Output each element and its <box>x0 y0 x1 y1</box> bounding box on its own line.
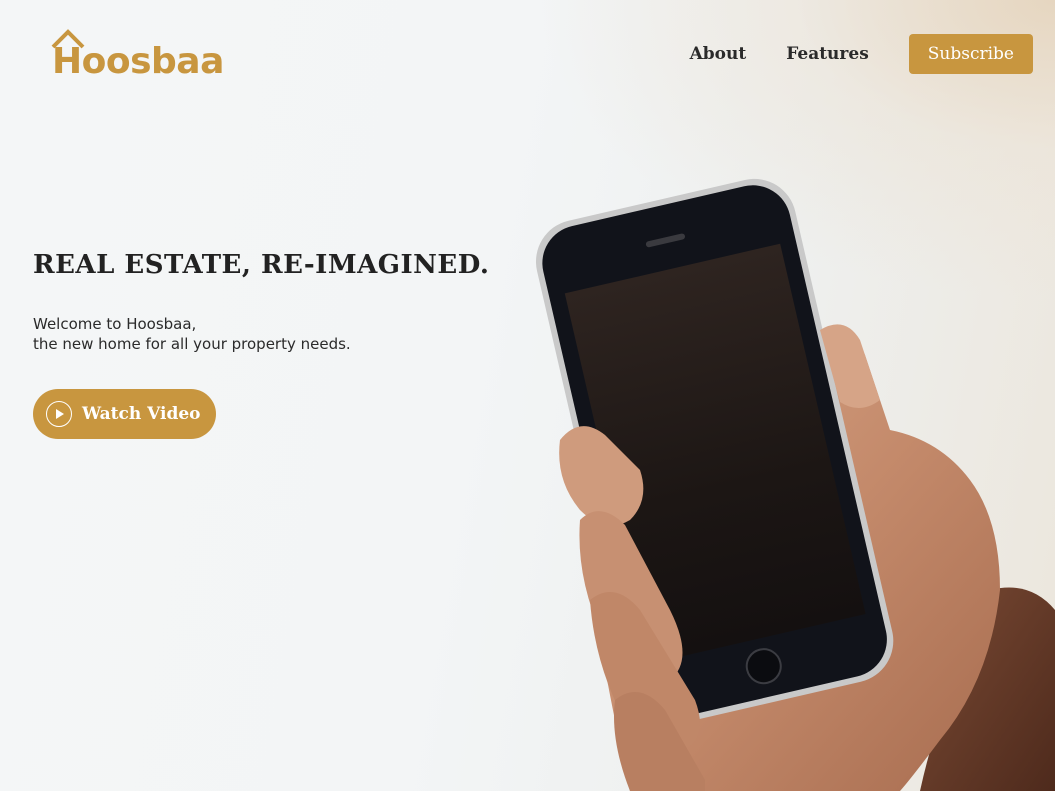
top-nav: About Features Subscribe <box>690 34 1033 74</box>
nav-link-about[interactable]: About <box>690 34 747 74</box>
brand-name: Hoosbaa <box>52 41 224 82</box>
nav-link-features[interactable]: Features <box>786 34 869 74</box>
watch-video-label: Watch Video <box>82 404 201 424</box>
play-icon <box>46 401 72 427</box>
subscribe-button[interactable]: Subscribe <box>908 34 1033 74</box>
brand-logo[interactable]: Hoosbaa <box>48 28 228 84</box>
hero-title: REAL ESTATE, RE-IMAGINED. <box>33 250 490 280</box>
hero-subtitle: Welcome to Hoosbaa, the new home for all… <box>33 314 351 354</box>
hero-subtitle-line-1: Welcome to Hoosbaa, <box>33 315 197 333</box>
hero-subtitle-line-2: the new home for all your property needs… <box>33 335 351 353</box>
hand-holding-phone-image <box>535 178 1055 791</box>
watch-video-button[interactable]: Watch Video <box>33 389 216 439</box>
